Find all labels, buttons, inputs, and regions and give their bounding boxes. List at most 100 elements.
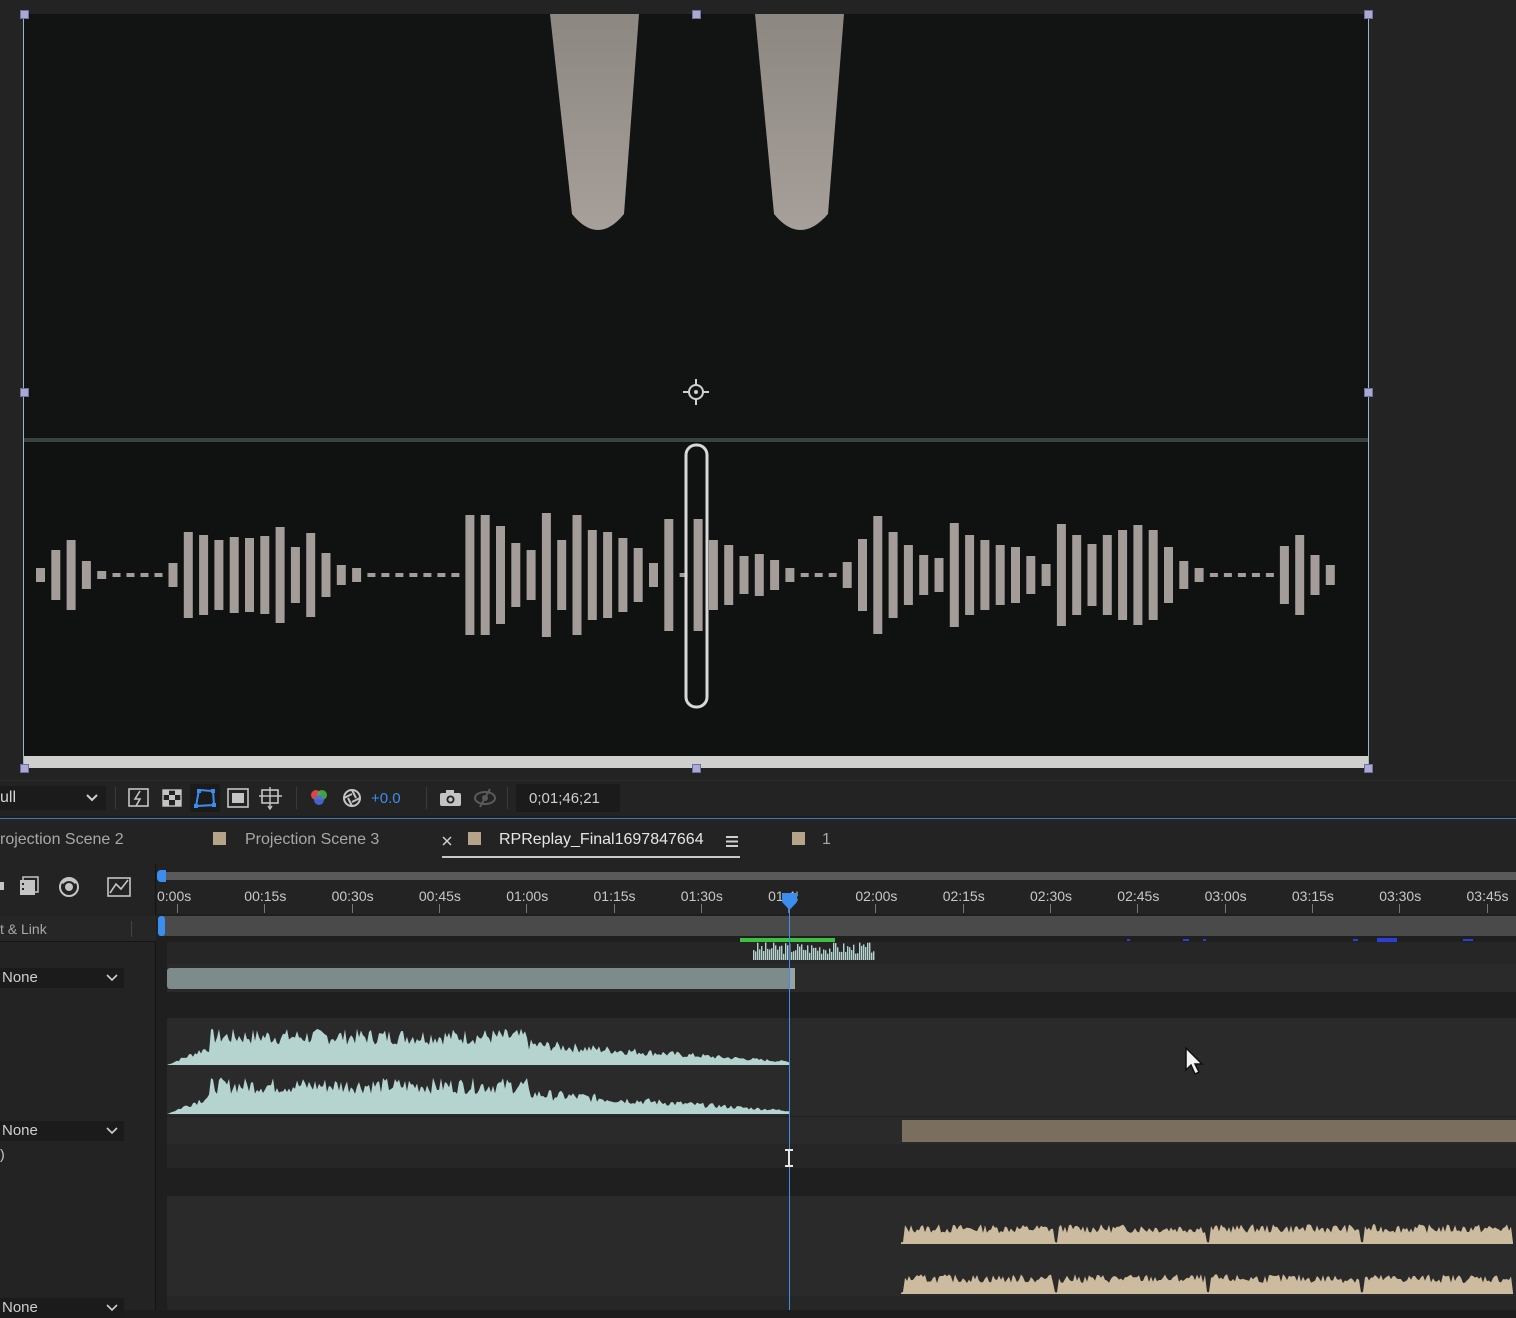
audio-waveform (167, 1028, 789, 1114)
waveform-bar (980, 540, 990, 610)
transform-handle[interactable] (20, 388, 29, 397)
active-tab-underline (442, 856, 740, 858)
time-ruler[interactable]: 0:00s 00:15s 00:30s 00:45s 01:00s 01:15s 01:30… (157, 864, 1516, 914)
camera-icon[interactable] (438, 787, 464, 809)
mini-wave-bar (849, 947, 851, 960)
waveform-bar (541, 513, 551, 637)
waveform-bar (828, 573, 837, 577)
waveform-bar (1011, 547, 1020, 603)
frame-blending-icon[interactable] (17, 875, 41, 897)
anchor-point-icon[interactable] (682, 378, 710, 406)
marker (1463, 939, 1473, 941)
graph-editor-icon[interactable] (106, 875, 132, 899)
label-color-swatch[interactable] (792, 832, 805, 845)
waveform-bar (290, 547, 300, 603)
layer-duration-bar[interactable] (902, 1120, 1516, 1142)
waveform-bar (587, 530, 597, 620)
show-snapshot-icon[interactable] (472, 786, 498, 810)
track-row[interactable] (167, 964, 1516, 992)
waveform-bar (496, 526, 505, 624)
transform-handle[interactable] (692, 764, 701, 773)
waveform-bar (1295, 535, 1305, 615)
marker (1353, 939, 1358, 941)
tab-comp-1[interactable]: 1 (822, 831, 831, 849)
playhead-line[interactable] (789, 900, 790, 1310)
hamburger-menu-icon[interactable] (725, 835, 739, 848)
draft-3d-icon[interactable] (0, 876, 6, 896)
waveform-bar (112, 573, 121, 577)
mini-wave-bar (773, 942, 775, 960)
parent-dropdown[interactable]: None (0, 1298, 124, 1318)
current-time-display[interactable]: 0;01;46;21 (516, 784, 620, 812)
transform-handle[interactable] (1364, 764, 1373, 773)
work-area-bar[interactable] (161, 872, 1516, 880)
transform-handle[interactable] (1364, 388, 1373, 397)
waveform-bar (903, 545, 913, 605)
transparency-grid-icon[interactable] (160, 787, 184, 809)
grid-guides-icon[interactable] (258, 786, 284, 810)
parent-dropdown[interactable]: None (0, 968, 124, 988)
reset-exposure-icon[interactable] (340, 786, 364, 810)
label-color-swatch[interactable] (468, 832, 481, 845)
label-color-swatch[interactable] (213, 832, 226, 845)
tab-projection-scene-2[interactable]: rojection Scene 2 (0, 831, 124, 849)
waveform-bar (336, 565, 346, 585)
tab-rpreplay-final[interactable]: RPReplay_Final1697847664 (499, 831, 704, 849)
waveform-bar (81, 561, 91, 589)
track-row[interactable] (167, 1116, 1516, 1144)
mini-wave-bar (853, 944, 855, 960)
track-row (167, 992, 1516, 1018)
ruler-tick (1311, 904, 1313, 913)
waveform-bar (352, 568, 362, 582)
comp-navigator-bar[interactable] (157, 916, 1516, 936)
mini-wave-bar (759, 949, 761, 960)
mini-wave-bar (783, 953, 785, 960)
exposure-value[interactable]: +0.0 (371, 790, 401, 807)
parent-dropdown[interactable]: None (0, 1121, 124, 1141)
toolbar-divider (296, 787, 297, 809)
mini-wave-bar (819, 947, 821, 960)
waveform-bar (754, 554, 764, 596)
transform-handle[interactable] (20, 764, 29, 773)
motion-blur-icon[interactable] (56, 875, 82, 899)
mini-wave-bar (763, 950, 765, 960)
shape-left (550, 14, 639, 230)
waveform-bar (451, 573, 460, 577)
mini-wave-bar (857, 953, 859, 960)
waveform-bar (321, 553, 331, 597)
mini-wave-bar (829, 948, 831, 960)
track-row[interactable] (167, 942, 1516, 964)
audio-waveform-row[interactable] (167, 1018, 1516, 1116)
tab-projection-scene-3[interactable]: Projection Scene 3 (245, 831, 379, 849)
column-header-row: t & Link (0, 916, 156, 942)
mini-wave-bar (835, 943, 837, 960)
close-icon[interactable] (442, 836, 452, 846)
waveform-bar (649, 563, 658, 587)
region-of-interest-icon[interactable] (226, 787, 250, 809)
ruler-label: 01:30s (680, 888, 723, 904)
ruler-tick (438, 904, 440, 913)
transform-handle[interactable] (1364, 10, 1373, 19)
audio-waveform-row[interactable] (167, 1196, 1516, 1296)
rgb-channel-icon[interactable] (307, 786, 331, 810)
work-area-start-handle[interactable] (157, 870, 166, 882)
toolbar-divider (426, 787, 427, 809)
waveform-bar (306, 533, 316, 617)
transform-handle[interactable] (692, 10, 701, 19)
composition-frame[interactable] (24, 14, 1369, 768)
parent-link-header[interactable]: t & Link (0, 921, 47, 937)
layer-duration-bar[interactable] (167, 968, 795, 989)
fast-previews-icon[interactable] (127, 787, 151, 809)
mini-wave-bar (815, 947, 817, 960)
chevron-down-icon (106, 1304, 118, 1312)
transform-handle[interactable] (20, 10, 29, 19)
composition-viewer[interactable] (0, 0, 1516, 780)
marker (1203, 939, 1206, 941)
ruler-tick (962, 904, 964, 913)
resolution-dropdown[interactable]: ull (0, 786, 106, 810)
mask-path-visibility-button[interactable] (190, 784, 220, 812)
waveform-bar (1133, 525, 1143, 625)
playhead-head[interactable] (780, 892, 799, 912)
waveform-bar (1209, 573, 1218, 577)
navigator-start-handle[interactable] (158, 916, 165, 936)
